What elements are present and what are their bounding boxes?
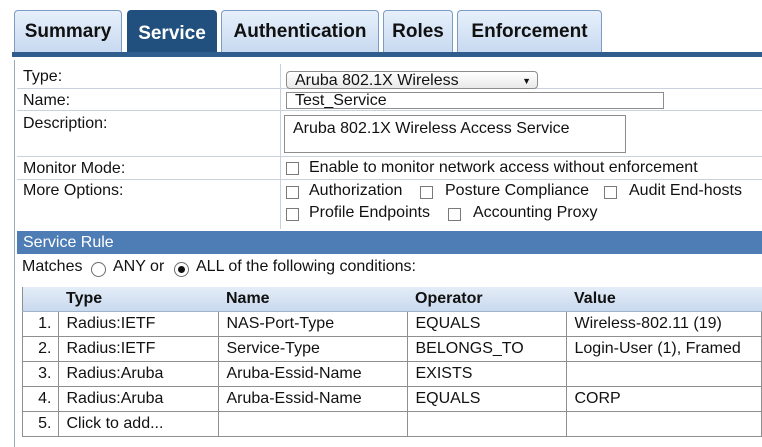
description-field[interactable]: Aruba 802.1X Wireless Access Service xyxy=(284,115,626,153)
monitor-row: Monitor Mode: Enable to monitor network … xyxy=(17,157,762,180)
col-value[interactable]: Value xyxy=(566,287,762,312)
name-row: Name: Test_Service xyxy=(17,89,762,111)
accounting-label: Accounting Proxy xyxy=(473,204,598,221)
description-label: Description: xyxy=(23,115,108,132)
type-label: Type: xyxy=(23,68,63,85)
tab-underline xyxy=(12,52,762,57)
col-name[interactable]: Name xyxy=(218,287,407,312)
table-row[interactable]: 4. Radius:Aruba Aruba-Essid-Name EQUALS … xyxy=(22,386,762,412)
click-to-add-link[interactable]: Click to add... xyxy=(57,411,219,437)
tab-bar: Summary Service Authentication Roles Enf… xyxy=(0,0,762,58)
matches-label: Matches xyxy=(22,258,83,275)
authorization-checkbox[interactable] xyxy=(286,186,299,199)
monitor-checkbox[interactable] xyxy=(286,162,299,175)
name-label: Name: xyxy=(23,92,71,109)
posture-checkbox[interactable] xyxy=(420,186,433,199)
name-field[interactable]: Test_Service xyxy=(286,92,664,109)
tab-enforcement[interactable]: Enforcement xyxy=(457,10,602,53)
tab-service[interactable]: Service xyxy=(127,10,217,57)
table-row-add[interactable]: 5. Click to add... xyxy=(22,411,762,437)
audit-checkbox[interactable] xyxy=(604,186,617,199)
tab-roles[interactable]: Roles xyxy=(383,10,453,53)
tab-authentication[interactable]: Authentication xyxy=(221,10,379,53)
accounting-checkbox[interactable] xyxy=(448,208,461,221)
col-type[interactable]: Type xyxy=(58,287,218,312)
profile-checkbox[interactable] xyxy=(286,208,299,221)
table-header: Type Name Operator Value xyxy=(22,287,762,312)
all-label: ALL of the following conditions: xyxy=(196,258,416,275)
table-row[interactable]: 2. Radius:IETF Service-Type BELONGS_TO L… xyxy=(22,336,762,362)
type-row: Type: Aruba 802.1X Wireless ▼ xyxy=(17,64,762,89)
type-select[interactable]: Aruba 802.1X Wireless ▼ xyxy=(286,71,538,89)
any-label: ANY or xyxy=(113,258,165,275)
more-options-label: More Options: xyxy=(23,182,124,199)
all-radio[interactable] xyxy=(174,262,189,277)
audit-label: Audit End-hosts xyxy=(629,182,742,199)
more-options-row: More Options: Authorization Posture Comp… xyxy=(17,180,762,229)
col-operator[interactable]: Operator xyxy=(407,287,566,312)
posture-label: Posture Compliance xyxy=(445,182,590,199)
service-rule-header: Service Rule xyxy=(17,231,762,254)
profile-label: Profile Endpoints xyxy=(309,204,430,221)
tab-summary[interactable]: Summary xyxy=(14,10,122,53)
dropdown-arrow-icon: ▼ xyxy=(522,76,531,86)
conditions-table: Type Name Operator Value 1. Radius:IETF … xyxy=(22,287,762,437)
table-row[interactable]: 1. Radius:IETF NAS-Port-Type EQUALS Wire… xyxy=(22,311,762,337)
monitor-option-label: Enable to monitor network access without… xyxy=(309,159,698,176)
type-select-value: Aruba 802.1X Wireless xyxy=(295,72,459,89)
any-radio[interactable] xyxy=(91,262,106,277)
monitor-label: Monitor Mode: xyxy=(23,160,126,177)
authorization-label: Authorization xyxy=(309,182,403,199)
matches-row: Matches xyxy=(22,258,82,276)
table-row[interactable]: 3. Radius:Aruba Aruba-Essid-Name EXISTS xyxy=(22,361,762,387)
